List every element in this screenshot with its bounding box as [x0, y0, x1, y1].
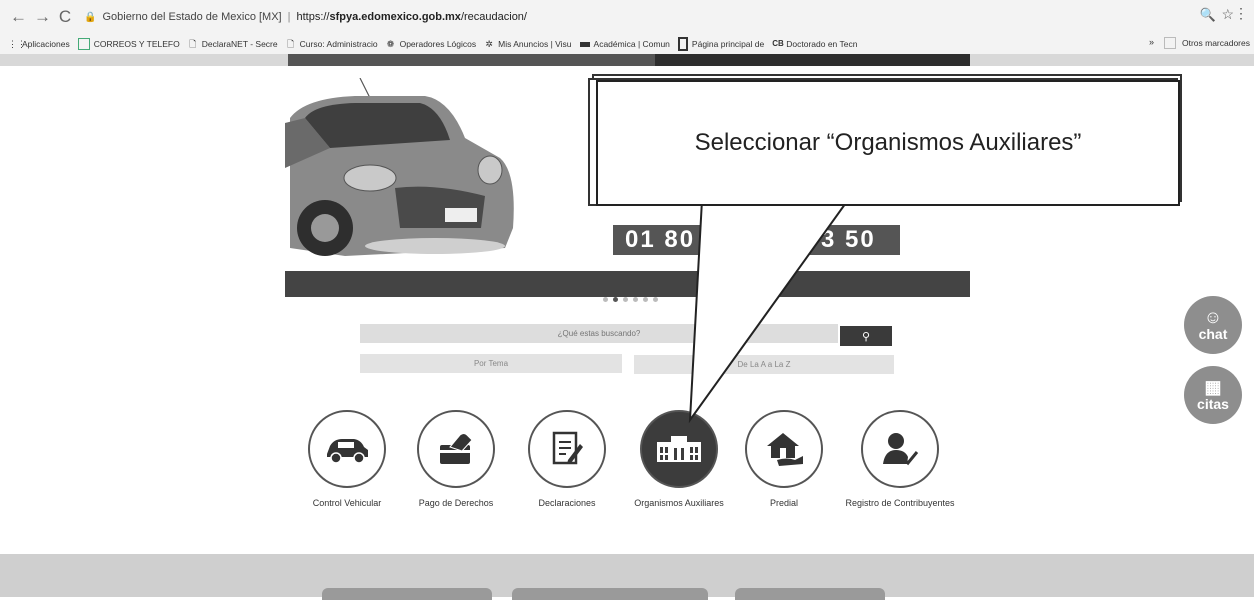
- phone-number-box: 01 80 3 50: [613, 225, 900, 255]
- service-declaraciones[interactable]: Declaraciones: [507, 410, 627, 509]
- carousel-dots: [603, 297, 658, 302]
- table-icon: [77, 38, 90, 50]
- address-separator: |: [287, 11, 291, 23]
- carousel-dot[interactable]: [653, 297, 658, 302]
- service-organismos-auxiliares[interactable]: Organismos Auxiliares: [619, 410, 739, 509]
- bookmark-curso[interactable]: 🗋 Curso: Administracio: [286, 39, 378, 49]
- carousel-dot[interactable]: [603, 297, 608, 302]
- carousel-dot[interactable]: [643, 297, 648, 302]
- user-check-icon: [861, 410, 939, 488]
- phone-number-part-1: 01 80: [625, 226, 696, 253]
- bookmark-doctorado[interactable]: CB Doctorado en Tecn: [772, 39, 857, 49]
- bookmark-declaranet[interactable]: 🗋 DeclaraNET - Secre: [188, 39, 278, 49]
- site-menu-bar-dark: [655, 54, 970, 66]
- url-host: sfpya.edomexico.gob.mx: [329, 11, 461, 23]
- carousel-dot[interactable]: [623, 297, 628, 302]
- search-icon: ⚲: [861, 330, 871, 343]
- service-control-vehicular[interactable]: Control Vehicular: [287, 410, 407, 509]
- bookmark-correos[interactable]: CORREOS Y TELEFO: [77, 38, 180, 50]
- building-icon: [640, 410, 718, 488]
- bookmark-anuncios[interactable]: ✲ Mis Anuncios | Visu: [484, 39, 571, 49]
- ads-icon: ✲: [485, 39, 493, 49]
- carousel-dot[interactable]: [633, 297, 638, 302]
- leaf-icon: ❁: [386, 39, 395, 49]
- headset-icon: ☺: [1203, 307, 1223, 327]
- search-button[interactable]: ⚲: [840, 326, 892, 346]
- bookmark-operadores[interactable]: ❁ Operadores Lógicos: [386, 39, 476, 49]
- zoom-icon[interactable]: 🔍: [1200, 7, 1216, 23]
- thumbnail-card[interactable]: [512, 588, 708, 600]
- cb-icon: CB: [772, 39, 784, 48]
- reload-icon[interactable]: C: [58, 7, 72, 27]
- page-icon: 🗋: [287, 39, 295, 49]
- card-payment-icon: [417, 410, 495, 488]
- lock-icon: 🔒: [84, 11, 97, 23]
- service-predial[interactable]: Predial: [724, 410, 844, 509]
- school-icon: [579, 41, 590, 47]
- car-image: [285, 78, 514, 256]
- star-icon[interactable]: ☆: [1221, 6, 1234, 23]
- book-icon: [677, 37, 688, 51]
- phone-number-part-2: 3 50: [821, 226, 876, 253]
- search-input[interactable]: [360, 324, 838, 343]
- banner-bottom-bar: [285, 271, 970, 297]
- citas-label: citas: [1197, 396, 1229, 412]
- car-icon: [308, 410, 386, 488]
- page-icon: 🗋: [189, 39, 197, 49]
- annotation-callout: Seleccionar “Organismos Auxiliares”: [596, 80, 1180, 206]
- service-registro-contribuyentes[interactable]: Registro de Contribuyentes: [840, 410, 960, 509]
- thumbnail-card[interactable]: [735, 588, 885, 600]
- document-edit-icon: [528, 410, 606, 488]
- service-label: Organismos Auxiliares: [634, 498, 724, 508]
- back-icon[interactable]: ←: [10, 7, 27, 27]
- forward-icon[interactable]: →: [34, 7, 51, 27]
- citas-button[interactable]: ▦ citas: [1184, 366, 1242, 424]
- url-path: /recaudacion/: [460, 11, 527, 23]
- calendar-check-icon: ▦: [1204, 377, 1222, 397]
- tab-a-z[interactable]: De La A a La Z: [634, 355, 894, 374]
- apps-grid-icon: ⋮⋮: [8, 39, 26, 49]
- service-label: Declaraciones: [538, 498, 596, 508]
- folder-icon: [1163, 37, 1176, 49]
- service-label: Registro de Contribuyentes: [845, 498, 955, 508]
- url-prefix: https://: [296, 11, 330, 23]
- bookmarks-other[interactable]: Otros marcadores: [1163, 37, 1250, 49]
- thumbnail-card[interactable]: [322, 588, 492, 600]
- service-pago-derechos[interactable]: Pago de Derechos: [396, 410, 516, 509]
- bookmark-academica[interactable]: Académica | Comun: [579, 39, 670, 49]
- url-field[interactable]: https://sfpya.edomexico.gob.mx/recaudaci…: [296, 11, 527, 23]
- house-hand-icon: [745, 410, 823, 488]
- service-label: Predial: [769, 498, 798, 508]
- carousel-dot-active[interactable]: [613, 297, 618, 302]
- bookmark-apps[interactable]: ⋮⋮ Aplicaciones: [8, 39, 70, 49]
- annotation-text: Seleccionar “Organismos Auxiliares”: [694, 129, 1082, 156]
- bookmark-pagina-principal[interactable]: Página principal de: [677, 37, 764, 51]
- bookmarks-more[interactable]: »: [1149, 37, 1154, 47]
- tab-por-tema[interactable]: Por Tema: [360, 354, 622, 373]
- address-bar: ← → C 🔒 Gobierno del Estado de Mexico [M…: [0, 0, 1254, 34]
- menu-icon[interactable]: ⋮: [1234, 5, 1248, 22]
- bookmarks-bar: ⋮⋮ Aplicaciones CORREOS Y TELEFO 🗋 Declara…: [0, 34, 1254, 54]
- service-label: Control Vehicular: [312, 498, 382, 508]
- site-name: Gobierno del Estado de Mexico [MX]: [102, 11, 282, 23]
- service-label: Pago de Derechos: [418, 498, 494, 508]
- chat-button[interactable]: ☺ chat: [1184, 296, 1242, 354]
- chat-label: chat: [1198, 326, 1228, 342]
